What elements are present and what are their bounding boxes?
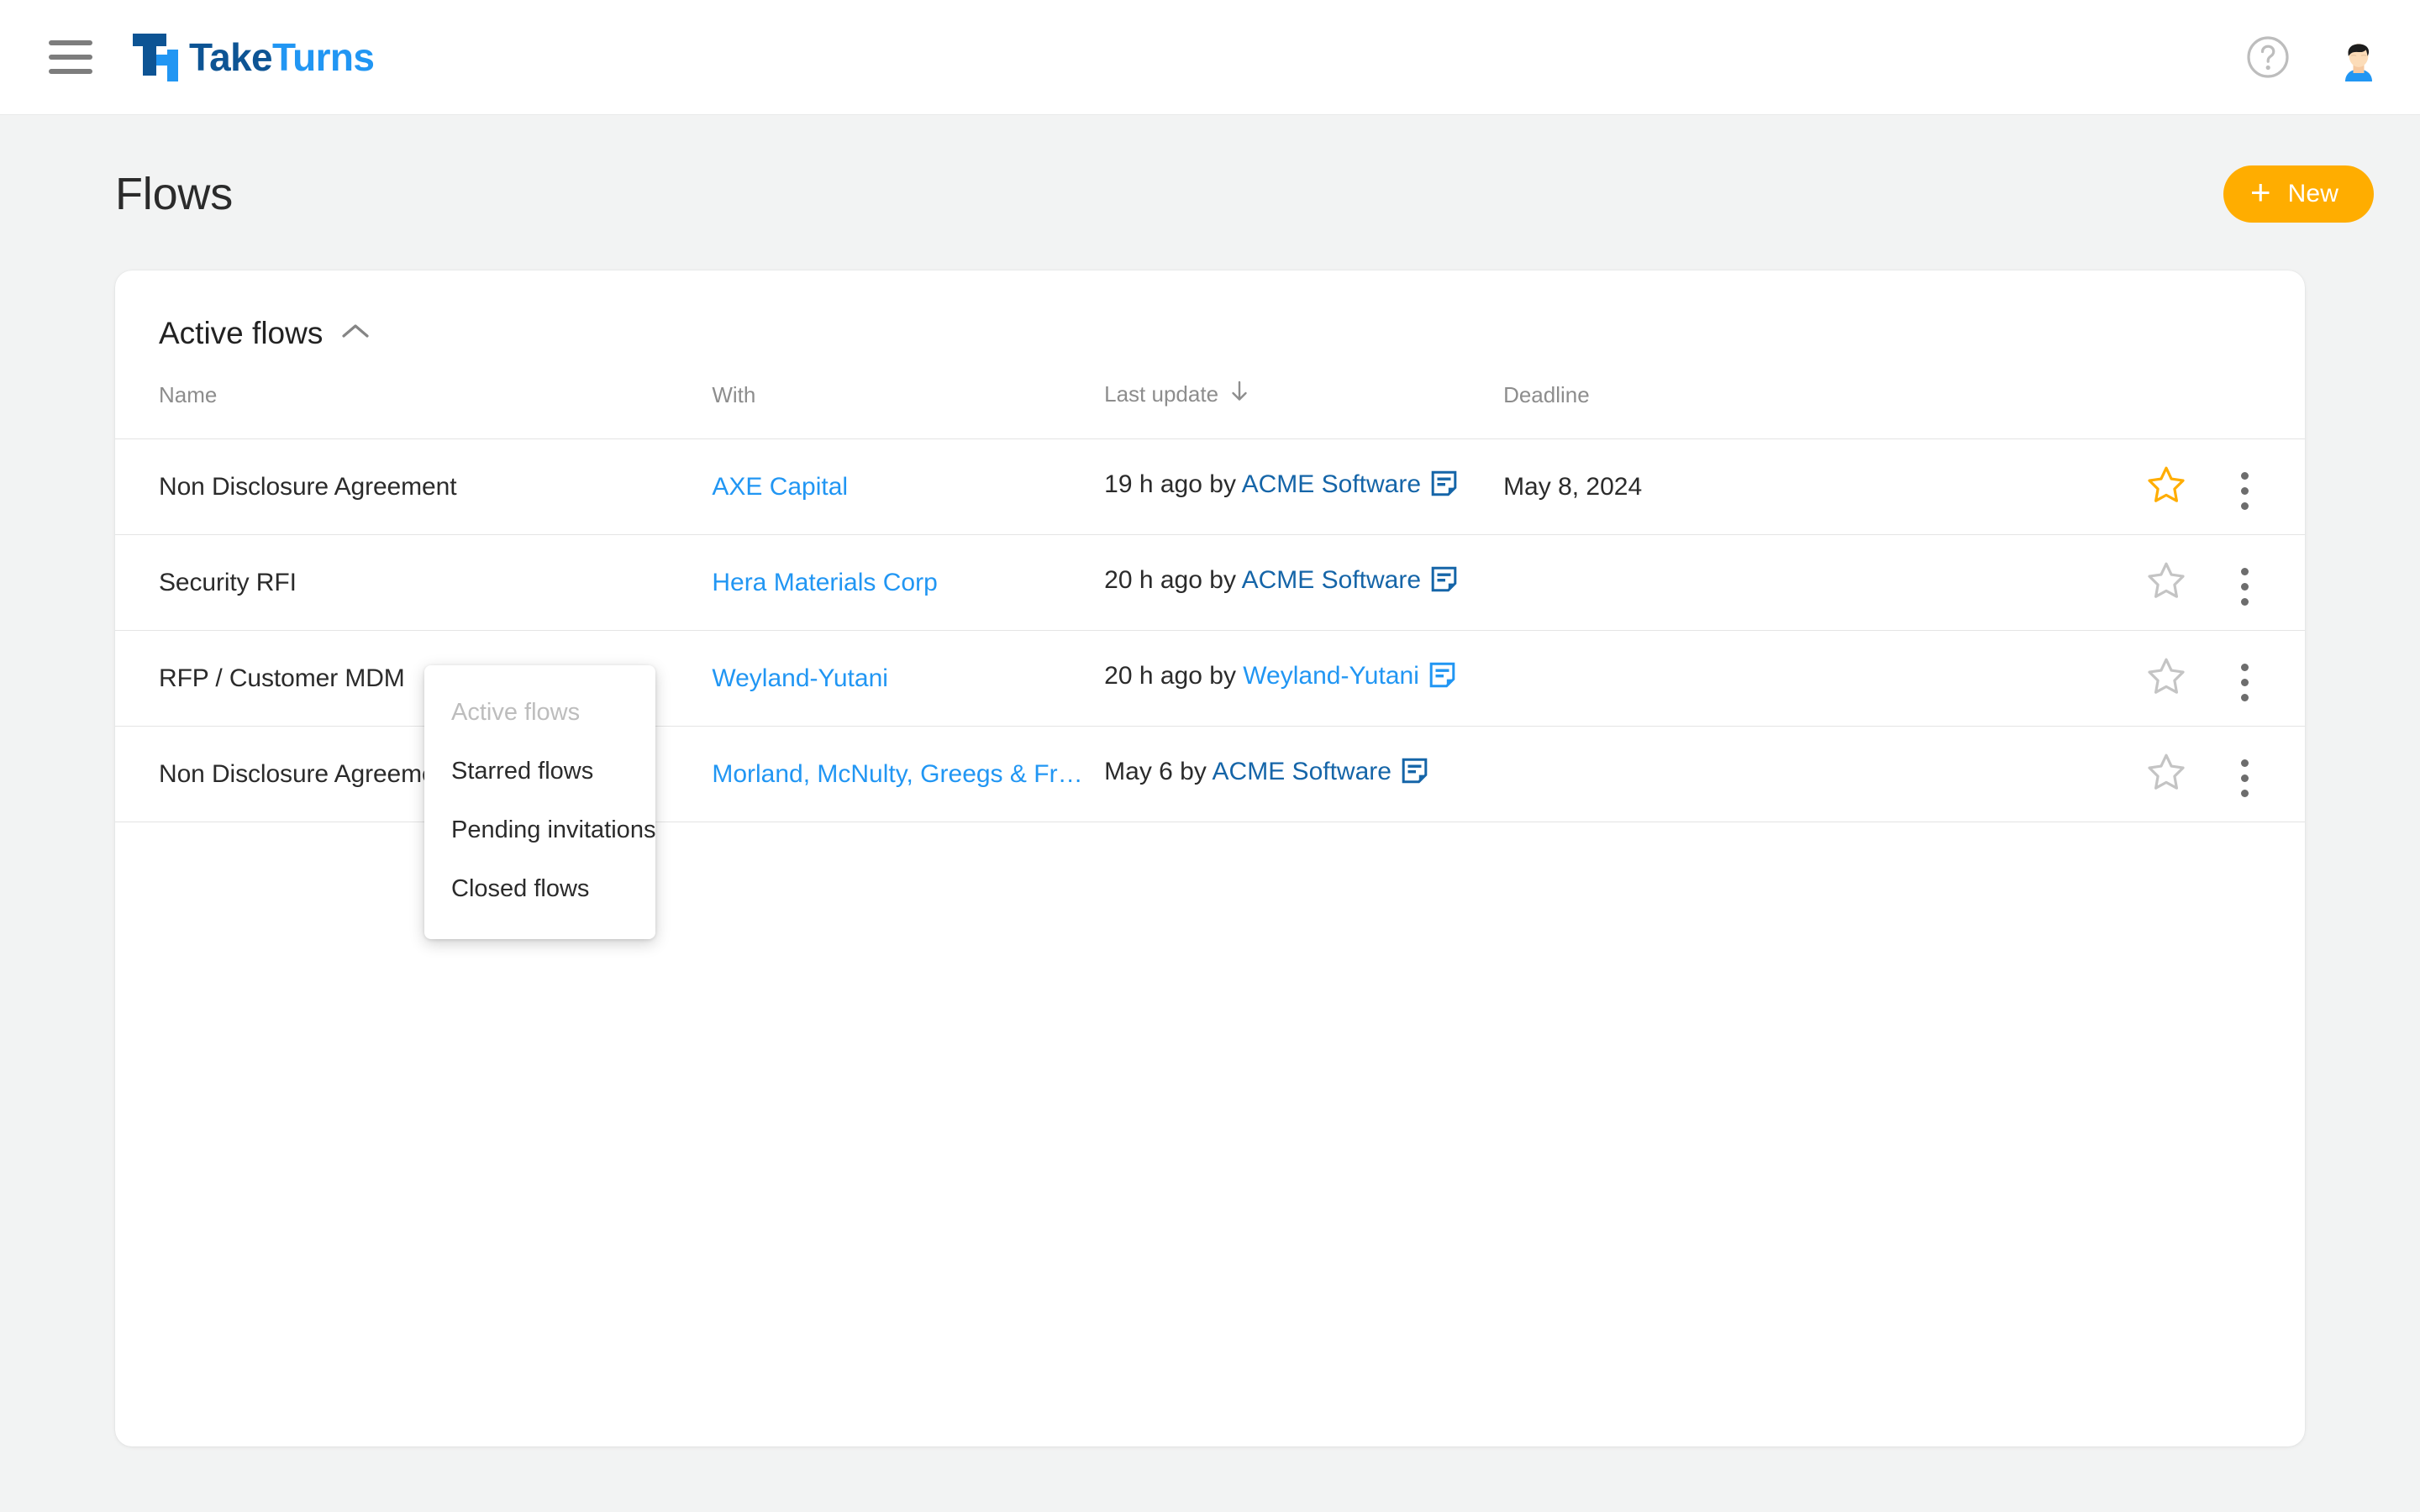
- taketurns-logo-icon: [130, 33, 182, 81]
- cell-star: [1981, 438, 2186, 535]
- cell-star: [1981, 534, 2186, 631]
- sort-last-update[interactable]: Last update: [1104, 381, 1249, 408]
- document-icon[interactable]: [1402, 758, 1428, 790]
- kebab-menu-icon[interactable]: [2226, 561, 2264, 612]
- user-avatar[interactable]: [2334, 33, 2383, 81]
- kebab-menu-icon[interactable]: [2226, 657, 2264, 708]
- star-filled-icon[interactable]: [2147, 465, 2186, 509]
- table-row[interactable]: Non Disclosure Agreement AXE Capital 19 h …: [115, 438, 2305, 535]
- dropdown-item-active-flows: Active flows: [451, 699, 581, 726]
- table-row[interactable]: Security RFI Hera Materials Corp 20 h ago …: [115, 534, 2305, 631]
- cell-last-update: 20 h ago by ACME Software: [1104, 534, 1504, 631]
- cell-with: Morland, McNulty, Greegs & Frea...: [712, 726, 1105, 822]
- cell-deadline: [1503, 726, 1981, 822]
- document-icon[interactable]: [1431, 566, 1457, 598]
- cell-actions: [2185, 726, 2305, 822]
- column-header-with: With: [712, 382, 756, 407]
- flows-card: Active flows Name With Last update Deadl…: [115, 270, 2305, 1446]
- document-icon[interactable]: [1431, 470, 1457, 502]
- cell-star: [1981, 630, 2186, 727]
- brand-turns: Turns: [272, 35, 375, 79]
- cell-last-update: 20 h ago by Weyland-Yutani: [1104, 630, 1504, 727]
- cell-actions: [2185, 534, 2305, 631]
- cell-with: Weyland-Yutani: [712, 630, 1105, 727]
- hamburger-menu-icon[interactable]: [49, 39, 96, 76]
- update-author-link[interactable]: ACME Software: [1242, 470, 1421, 498]
- cell-deadline: [1503, 630, 1981, 727]
- cell-actions: [2185, 630, 2305, 727]
- column-header-actions: [2186, 381, 2305, 439]
- page-body: Flows + New Active flows Name With Last …: [0, 115, 2420, 1512]
- flows-table-head: Name With Last update Deadline: [115, 381, 2305, 439]
- plus-icon: +: [2250, 172, 2271, 212]
- active-flows-selector[interactable]: Active flows: [115, 318, 370, 349]
- update-time: 19 h ago by: [1104, 470, 1236, 498]
- hamburger-bar: [49, 69, 92, 74]
- arrow-down-icon: [1230, 381, 1249, 408]
- hamburger-bar: [49, 40, 92, 45]
- star-outline-icon[interactable]: [2147, 657, 2186, 701]
- dropdown-item-starred-flows[interactable]: Starred flows: [424, 743, 655, 801]
- brand-wordmark: TakeTurns: [189, 35, 375, 79]
- star-outline-icon[interactable]: [2147, 753, 2186, 796]
- kebab-menu-icon[interactable]: [2226, 753, 2264, 804]
- brand-take: Take: [189, 35, 273, 79]
- document-icon[interactable]: [1429, 662, 1455, 694]
- with-party-link[interactable]: Hera Materials Corp: [712, 569, 937, 597]
- update-author-link[interactable]: ACME Software: [1242, 566, 1421, 594]
- update-author-link[interactable]: ACME Software: [1213, 758, 1392, 785]
- kebab-menu-icon[interactable]: [2226, 465, 2264, 517]
- cell-last-update: 19 h ago by ACME Software: [1104, 438, 1504, 535]
- dropdown-item-closed-flows[interactable]: Closed flows: [424, 860, 655, 919]
- update-time: May 6 by: [1104, 758, 1207, 785]
- hamburger-bar: [49, 55, 92, 60]
- with-party-link[interactable]: AXE Capital: [712, 473, 848, 501]
- flows-filter-dropdown[interactable]: Active flows Starred flows Pending invitat…: [424, 665, 655, 939]
- cell-flow-name[interactable]: Non Disclosure Agreement: [115, 438, 713, 535]
- dropdown-item-pending-invitations[interactable]: Pending invitations: [424, 801, 655, 860]
- cell-deadline: [1503, 534, 1981, 631]
- star-outline-icon[interactable]: [2147, 561, 2186, 605]
- active-flows-label: Active flows: [159, 316, 324, 350]
- column-header-last-update: Last update: [1104, 381, 1503, 439]
- page-title: Flows: [115, 169, 234, 219]
- cell-flow-name[interactable]: Security RFI: [115, 534, 713, 631]
- cell-last-update: May 6 by ACME Software: [1104, 726, 1504, 822]
- cell-actions: [2185, 438, 2305, 535]
- cell-star: [1981, 726, 2186, 822]
- help-circle-icon[interactable]: [2245, 34, 2291, 80]
- flows-table-header-row: Name With Last update Deadline: [115, 381, 2305, 439]
- update-author-link[interactable]: Weyland-Yutani: [1243, 662, 1419, 690]
- update-time: 20 h ago by: [1104, 662, 1236, 690]
- column-header-last-update-label: Last update: [1104, 381, 1219, 407]
- top-bar-actions: [2245, 33, 2383, 81]
- page-header: Flows + New: [0, 115, 2420, 223]
- cell-with: AXE Capital: [712, 438, 1105, 535]
- with-party-link[interactable]: Morland, McNulty, Greegs & Frea...: [712, 760, 1086, 789]
- chevron-up-icon[interactable]: [341, 322, 370, 344]
- top-app-bar: TakeTurns: [0, 0, 2420, 115]
- new-flow-button[interactable]: + New: [2223, 165, 2374, 223]
- cell-deadline: May 8, 2024: [1503, 438, 1981, 535]
- brand-logo[interactable]: TakeTurns: [130, 33, 375, 81]
- column-header-star: [1981, 381, 2186, 439]
- column-header-name: Name: [159, 382, 218, 407]
- cell-with: Hera Materials Corp: [712, 534, 1105, 631]
- with-party-link[interactable]: Weyland-Yutani: [712, 664, 888, 693]
- update-time: 20 h ago by: [1104, 566, 1236, 594]
- new-flow-button-label: New: [2287, 180, 2338, 207]
- column-header-deadline: Deadline: [1503, 382, 1590, 407]
